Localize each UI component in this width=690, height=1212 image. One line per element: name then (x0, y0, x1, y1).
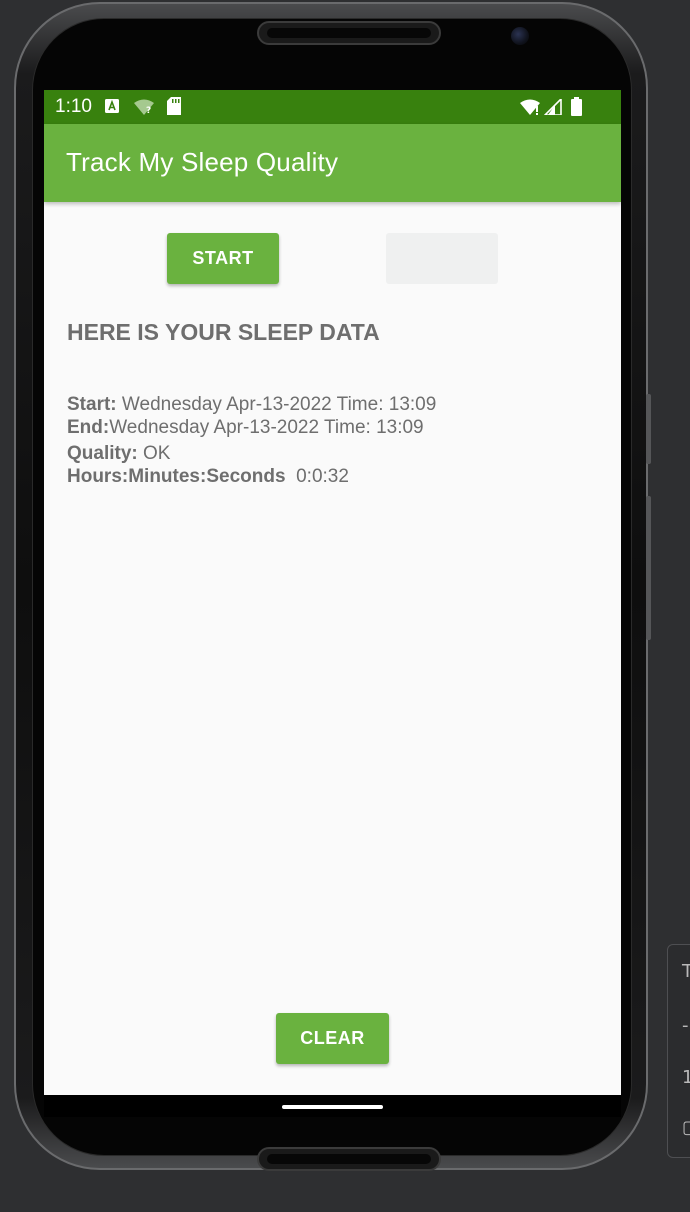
end-time-row: End:Wednesday Apr-13-2022 Time: 13:09 (67, 417, 424, 439)
svg-text:?: ? (146, 106, 151, 115)
home-gesture-handle[interactable] (282, 1105, 383, 1109)
panel-glyph: 1 (682, 1067, 690, 1088)
battery-icon (571, 97, 582, 116)
clear-button[interactable]: CLEAR (276, 1013, 389, 1064)
front-camera (511, 27, 529, 45)
emulator-side-panel: T - 1 ▢ (667, 944, 690, 1158)
duration-row: Hours:Minutes:Seconds 0:0:32 (67, 466, 349, 488)
signal-icon (544, 99, 562, 115)
app-bar: Track My Sleep Quality (44, 124, 621, 202)
end-label: End: (67, 417, 110, 438)
earpiece-speaker (257, 21, 441, 45)
bottom-speaker (257, 1147, 441, 1171)
duration-label: Hours:Minutes:Seconds (67, 466, 286, 487)
quality-row: Quality: OK (67, 443, 170, 465)
duration-value: 0:0:32 (296, 466, 349, 487)
status-bar: 1:10 ? (44, 90, 621, 124)
start-button[interactable]: START (167, 233, 279, 284)
start-label: Start: (67, 394, 117, 415)
start-value: Wednesday Apr-13-2022 Time: 13:09 (121, 394, 437, 415)
wifi-question-icon: ? (134, 99, 154, 115)
a-notification-icon (105, 99, 119, 113)
sleep-data-heading: HERE IS YOUR SLEEP DATA (67, 319, 380, 345)
panel-glyph: - (682, 1015, 689, 1036)
volume-key[interactable] (646, 496, 651, 640)
power-key[interactable] (646, 394, 651, 464)
stop-button: STOP (386, 233, 498, 284)
end-value: Wednesday Apr-13-2022 Time: 13:09 (109, 417, 424, 438)
panel-glyph: T (682, 961, 690, 982)
wifi-full-icon (520, 99, 540, 115)
quality-label: Quality: (67, 443, 138, 464)
app-title: Track My Sleep Quality (66, 147, 339, 177)
device-screen: 1:10 ? Track My Sleep Quality START STOP… (44, 90, 621, 1117)
panel-glyph: ▢ (682, 1117, 690, 1138)
status-time: 1:10 (55, 96, 92, 117)
start-time-row: Start: Wednesday Apr-13-2022 Time: 13:09 (67, 394, 436, 416)
quality-value: OK (143, 443, 171, 464)
sd-card-icon (167, 97, 181, 115)
